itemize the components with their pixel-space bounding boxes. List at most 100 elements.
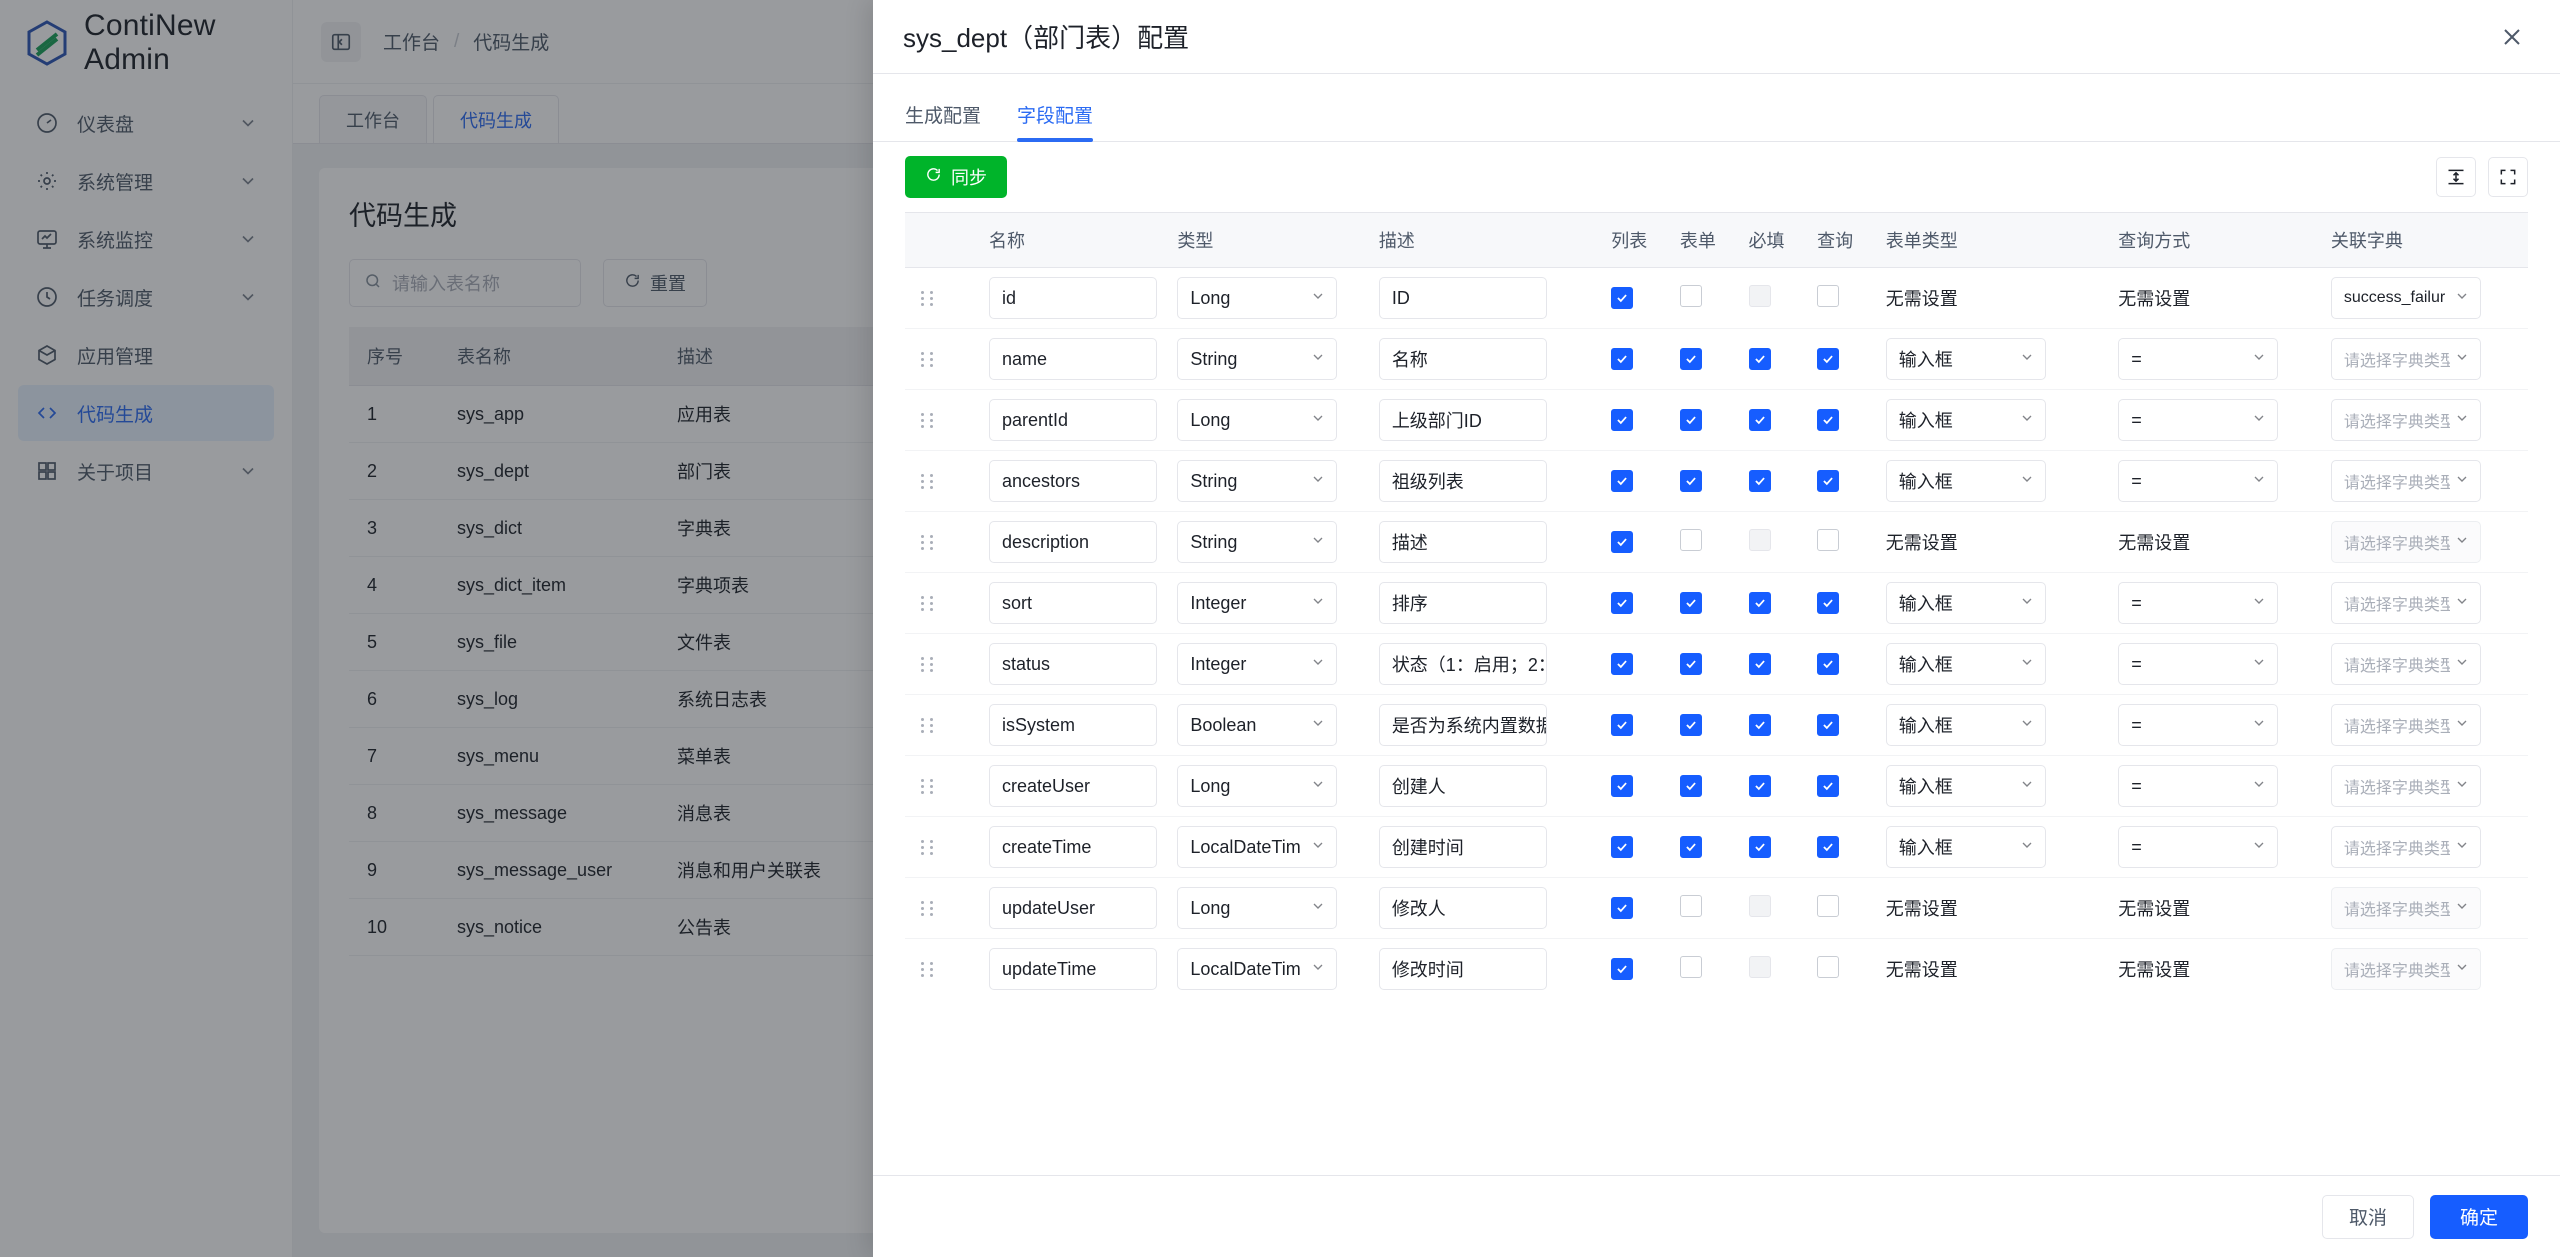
modal-tab-1[interactable]: 字段配置 [1017,101,1094,142]
drag-handle[interactable] [905,816,967,878]
drag-handle[interactable] [905,694,967,756]
query-checkbox[interactable] [1817,284,1840,307]
dict-select[interactable]: 请选择字典类型 [2330,765,2481,807]
field-name-input[interactable]: createTime [988,826,1157,868]
field-name-input[interactable]: isSystem [988,704,1157,746]
list-checkbox[interactable] [1611,957,1634,980]
form-checkbox[interactable] [1679,894,1702,917]
list-checkbox[interactable] [1611,408,1634,431]
required-checkbox[interactable] [1748,408,1771,431]
field-type-select[interactable]: Boolean [1177,704,1338,746]
field-desc-input[interactable]: 是否为系统内置数据 [1378,704,1547,746]
field-type-select[interactable]: Long [1177,277,1338,319]
required-checkbox[interactable] [1748,774,1771,797]
list-checkbox[interactable] [1611,652,1634,675]
sync-button[interactable]: 同步 [905,156,1007,198]
list-checkbox[interactable] [1611,896,1634,919]
form-type-select[interactable]: 输入框 [1885,338,2046,380]
drag-handle[interactable] [905,877,967,939]
form-type-select[interactable]: 输入框 [1885,704,2046,746]
dict-select[interactable]: 请选择字典类型 [2330,826,2481,868]
dict-select[interactable]: 请选择字典类型 [2330,399,2481,441]
field-desc-input[interactable]: 上级部门ID [1378,399,1547,441]
required-checkbox[interactable] [1748,591,1771,614]
form-type-select[interactable]: 输入框 [1885,765,2046,807]
list-checkbox[interactable] [1611,713,1634,736]
form-checkbox[interactable] [1679,469,1702,492]
form-checkbox[interactable] [1679,713,1702,736]
query-type-select[interactable]: = [2118,643,2279,685]
field-name-input[interactable]: name [988,338,1157,380]
form-checkbox[interactable] [1679,284,1702,307]
required-checkbox[interactable] [1748,835,1771,858]
field-desc-input[interactable]: 描述 [1378,521,1547,563]
required-checkbox[interactable] [1748,713,1771,736]
field-desc-input[interactable]: 创建时间 [1378,826,1547,868]
query-checkbox[interactable] [1817,469,1840,492]
form-type-select[interactable]: 输入框 [1885,643,2046,685]
field-type-select[interactable]: Long [1177,765,1338,807]
field-desc-input[interactable]: 排序 [1378,582,1547,624]
list-checkbox[interactable] [1611,347,1634,370]
list-checkbox[interactable] [1611,774,1634,797]
field-desc-input[interactable]: 祖级列表 [1378,460,1547,502]
query-checkbox[interactable] [1817,528,1840,551]
fullscreen-icon[interactable] [2488,157,2528,197]
dict-select[interactable]: 请选择字典类型 [2330,643,2481,685]
field-type-select[interactable]: Integer [1177,582,1338,624]
field-type-select[interactable]: Long [1177,399,1338,441]
dict-select[interactable]: 请选择字典类型 [2330,582,2481,624]
form-type-select[interactable]: 输入框 [1885,826,2046,868]
dict-select[interactable]: success_failur [2330,277,2481,319]
list-checkbox[interactable] [1611,591,1634,614]
drag-handle[interactable] [905,511,967,573]
field-name-input[interactable]: createUser [988,765,1157,807]
query-checkbox[interactable] [1817,894,1840,917]
form-checkbox[interactable] [1679,774,1702,797]
list-checkbox[interactable] [1611,530,1634,553]
query-type-select[interactable]: = [2118,826,2279,868]
required-checkbox[interactable] [1748,469,1771,492]
query-checkbox[interactable] [1817,652,1840,675]
field-type-select[interactable]: LocalDateTim [1177,948,1338,990]
field-name-input[interactable]: status [988,643,1157,685]
field-name-input[interactable]: ancestors [988,460,1157,502]
query-type-select[interactable]: = [2118,399,2279,441]
query-type-select[interactable]: = [2118,765,2279,807]
drag-handle[interactable] [905,389,967,451]
query-checkbox[interactable] [1817,955,1840,978]
field-type-select[interactable]: Long [1177,887,1338,929]
form-type-select[interactable]: 输入框 [1885,582,2046,624]
form-checkbox[interactable] [1679,408,1702,431]
query-checkbox[interactable] [1817,835,1840,858]
form-checkbox[interactable] [1679,591,1702,614]
field-desc-input[interactable]: 状态（1：启用；2： [1378,643,1547,685]
dict-select[interactable]: 请选择字典类型 [2330,338,2481,380]
form-checkbox[interactable] [1679,955,1702,978]
cancel-button[interactable]: 取消 [2321,1194,2414,1239]
form-type-select[interactable]: 输入框 [1885,460,2046,502]
field-desc-input[interactable]: 修改时间 [1378,948,1547,990]
field-desc-input[interactable]: 创建人 [1378,765,1547,807]
field-desc-input[interactable]: 名称 [1378,338,1547,380]
required-checkbox[interactable] [1748,347,1771,370]
dict-select[interactable]: 请选择字典类型 [2330,460,2481,502]
form-checkbox[interactable] [1679,347,1702,370]
required-checkbox[interactable] [1748,652,1771,675]
query-checkbox[interactable] [1817,408,1840,431]
field-name-input[interactable]: id [988,277,1157,319]
drag-handle[interactable] [905,755,967,817]
form-checkbox[interactable] [1679,528,1702,551]
drag-handle[interactable] [905,328,967,390]
field-name-input[interactable]: sort [988,582,1157,624]
modal-tab-0[interactable]: 生成配置 [905,101,981,141]
query-type-select[interactable]: = [2118,338,2279,380]
drag-handle[interactable] [905,633,967,695]
field-desc-input[interactable]: 修改人 [1378,887,1547,929]
field-name-input[interactable]: parentId [988,399,1157,441]
close-icon[interactable] [2494,19,2530,55]
query-checkbox[interactable] [1817,713,1840,736]
field-name-input[interactable]: updateUser [988,887,1157,929]
drag-handle[interactable] [905,939,967,1000]
field-desc-input[interactable]: ID [1378,277,1547,319]
